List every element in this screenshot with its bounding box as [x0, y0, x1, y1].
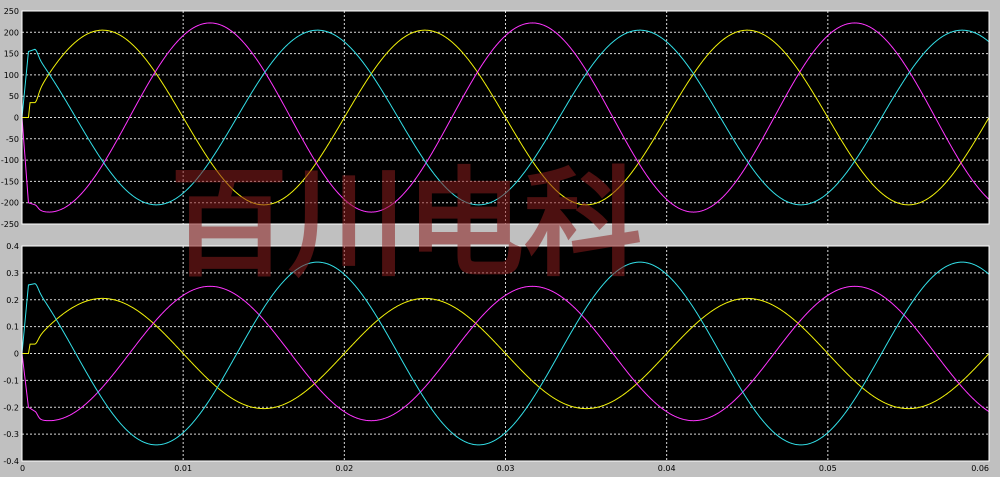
y-tick-label: 100 [4, 71, 19, 80]
y-tick-label: -250 [1, 220, 19, 229]
y-tick-label: -0.3 [3, 430, 19, 439]
x-tick-label: 0.03 [497, 464, 515, 473]
y-tick-label: -150 [1, 177, 19, 186]
y-tick-label: 150 [4, 50, 19, 59]
y-tick-label: -200 [1, 199, 19, 208]
x-tick-label: 0.02 [335, 464, 353, 473]
y-tick-label: -0.2 [3, 403, 19, 412]
y-tick-label: 200 [4, 28, 19, 37]
x-tick-label: 0.04 [658, 464, 676, 473]
y-tick-label: 0 [14, 350, 19, 359]
y-tick-label: -0.4 [3, 457, 19, 466]
y-tick-label: 0.4 [6, 242, 19, 251]
watermark-text: 百川电科 [170, 154, 642, 293]
x-tick-label: 0.05 [819, 464, 837, 473]
y-tick-label: -0.1 [3, 376, 19, 385]
y-tick-label: 0 [14, 114, 19, 123]
y-tick-label: -100 [1, 156, 19, 165]
x-tick-label: 0 [20, 464, 25, 473]
y-tick-label: 0.2 [6, 296, 19, 305]
x-tick-label: 0.01 [174, 464, 192, 473]
scope-figure: 250 200 150 100 50 0 -50 -100 -150 -200 -250 0 0.01 0… [1, 7, 990, 473]
y-tick-label: 250 [4, 7, 19, 16]
y-tick-label: 0.1 [6, 323, 19, 332]
y-tick-label: 0.3 [6, 269, 19, 278]
y-tick-label: -50 [6, 135, 19, 144]
y-tick-label: 50 [9, 92, 19, 101]
x-tick-label: 0.06 [971, 464, 989, 473]
